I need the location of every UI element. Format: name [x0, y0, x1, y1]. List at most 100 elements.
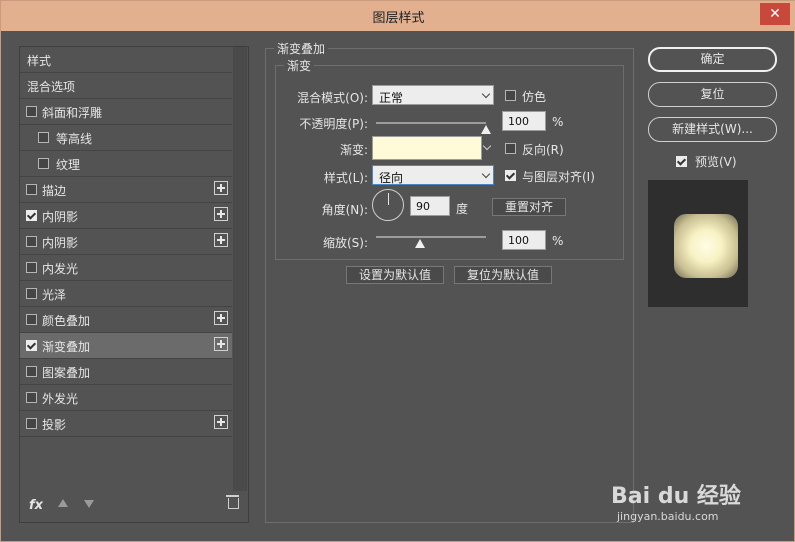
- style-label: 样式(L):: [323, 171, 368, 185]
- style-list-item-label: 等高线: [56, 132, 93, 146]
- watermark-logo: Bai du 经验: [611, 478, 741, 510]
- close-button[interactable]: ✕: [760, 3, 790, 25]
- title-bar: 图层样式 ✕: [1, 1, 795, 31]
- style-list-item-label: 样式: [27, 54, 52, 68]
- opacity-label: 不透明度(P):: [299, 117, 368, 131]
- style-preview: [648, 180, 748, 307]
- style-list-item-label: 斜面和浮雕: [42, 106, 103, 120]
- preview-swatch: [674, 214, 738, 278]
- angle-dial[interactable]: [372, 189, 404, 221]
- style-list-item[interactable]: 内阴影: [20, 203, 232, 229]
- move-down-icon[interactable]: [84, 500, 94, 508]
- style-list-item-label: 内发光: [42, 262, 79, 276]
- style-list-item[interactable]: 投影: [20, 411, 232, 437]
- reset-default-label: 复位为默认值: [466, 268, 539, 282]
- style-checkbox[interactable]: [26, 106, 37, 117]
- reset-button[interactable]: 复位: [648, 82, 777, 107]
- chevron-down-icon: [481, 89, 491, 99]
- style-list-item[interactable]: 斜面和浮雕: [20, 99, 232, 125]
- fx-button[interactable]: fx: [29, 498, 43, 513]
- preview-checkbox[interactable]: [676, 156, 687, 167]
- style-list-item[interactable]: 混合选项: [20, 73, 232, 99]
- move-up-icon[interactable]: [58, 499, 68, 507]
- style-checkbox[interactable]: [38, 158, 49, 169]
- style-checkbox[interactable]: [26, 314, 37, 325]
- style-list-item-label: 外发光: [42, 392, 79, 406]
- new-style-button[interactable]: 新建样式(W)...: [648, 117, 777, 142]
- watermark-url: jingyan.baidu.com: [617, 510, 719, 523]
- dither-label: 仿色: [522, 90, 547, 104]
- add-effect-icon[interactable]: [214, 311, 228, 325]
- add-effect-icon[interactable]: [214, 233, 228, 247]
- style-list-item[interactable]: 颜色叠加: [20, 307, 232, 333]
- style-list-item-label: 内阴影: [42, 236, 79, 250]
- style-list-item[interactable]: 渐变叠加: [20, 333, 232, 359]
- style-list-item[interactable]: 外发光: [20, 385, 232, 411]
- reverse-label: 反向(R): [522, 143, 564, 157]
- gradient-swatch[interactable]: [372, 136, 482, 160]
- reverse-checkbox[interactable]: [505, 143, 516, 154]
- scale-slider-thumb[interactable]: [415, 239, 425, 248]
- add-effect-icon[interactable]: [214, 181, 228, 195]
- style-list-item[interactable]: 描边: [20, 177, 232, 203]
- scale-input[interactable]: 100: [502, 230, 546, 250]
- style-checkbox[interactable]: [26, 392, 37, 403]
- style-checkbox[interactable]: [26, 366, 37, 377]
- close-icon: ✕: [769, 6, 781, 22]
- scale-value: 100: [508, 234, 529, 247]
- style-checkbox[interactable]: [26, 418, 37, 429]
- style-checkbox[interactable]: [26, 288, 37, 299]
- add-effect-icon[interactable]: [214, 415, 228, 429]
- ok-label: 确定: [700, 52, 725, 66]
- blend-mode-label: 混合模式(O):: [297, 91, 368, 105]
- style-select[interactable]: 径向: [372, 165, 494, 185]
- opacity-slider[interactable]: [376, 122, 486, 124]
- style-list-item-label: 光泽: [42, 288, 67, 302]
- opacity-slider-thumb[interactable]: [481, 125, 491, 134]
- scale-unit: %: [552, 234, 564, 248]
- style-list-item[interactable]: 内发光: [20, 255, 232, 281]
- trash-icon[interactable]: [226, 495, 239, 509]
- reset-label: 复位: [700, 87, 725, 101]
- style-checkbox[interactable]: [26, 262, 37, 273]
- set-default-label: 设置为默认值: [358, 268, 431, 282]
- reset-align-button[interactable]: 重置对齐: [492, 198, 566, 216]
- opacity-input[interactable]: 100: [502, 111, 546, 131]
- angle-label: 角度(N):: [321, 203, 368, 217]
- style-checkbox[interactable]: [38, 132, 49, 143]
- style-list-item-label: 渐变叠加: [42, 340, 91, 354]
- style-list-item-label: 混合选项: [27, 80, 76, 94]
- set-default-button[interactable]: 设置为默认值: [346, 266, 444, 284]
- style-checkbox[interactable]: [26, 236, 37, 247]
- angle-input[interactable]: 90: [410, 196, 450, 216]
- style-list-item[interactable]: 光泽: [20, 281, 232, 307]
- gradient-overlay-group: 渐变叠加 渐变 混合模式(O): 正常 仿色 不透明度(P): 100 % 渐变…: [265, 40, 634, 523]
- style-list-item[interactable]: 纹理: [20, 151, 232, 177]
- ok-button[interactable]: 确定: [648, 47, 777, 72]
- blend-mode-select[interactable]: 正常: [372, 85, 494, 105]
- style-list-item[interactable]: 等高线: [20, 125, 232, 151]
- reset-default-button[interactable]: 复位为默认值: [454, 266, 552, 284]
- chevron-down-icon: [481, 169, 491, 179]
- style-checkbox[interactable]: [26, 210, 37, 221]
- add-effect-icon[interactable]: [214, 337, 228, 351]
- dither-checkbox[interactable]: [505, 90, 516, 101]
- align-with-layer-checkbox[interactable]: [505, 170, 516, 181]
- align-with-layer-label: 与图层对齐(I): [522, 170, 595, 184]
- style-checkbox[interactable]: [26, 184, 37, 195]
- gradient-picker-arrow[interactable]: [482, 136, 494, 160]
- scale-slider[interactable]: [376, 236, 486, 238]
- style-list-item[interactable]: 图案叠加: [20, 359, 232, 385]
- style-list-scrollbar[interactable]: [233, 47, 247, 491]
- scale-label: 缩放(S):: [322, 236, 368, 250]
- style-checkbox[interactable]: [26, 340, 37, 351]
- style-list-item[interactable]: 内阴影: [20, 229, 232, 255]
- dialog-content: 样式 混合选项 斜面和浮雕 等高线 纹理 描边 内阴影 内阴影 内发光 光泽 颜色叠加 渐变叠加 图案叠…: [7, 32, 788, 536]
- add-effect-icon[interactable]: [214, 207, 228, 221]
- style-list-item[interactable]: 样式: [20, 47, 232, 73]
- subgroup-title: 渐变: [284, 57, 315, 74]
- style-list-item-label: 颜色叠加: [42, 314, 91, 328]
- new-style-label: 新建样式(W)...: [672, 122, 753, 136]
- style-list-panel: 样式 混合选项 斜面和浮雕 等高线 纹理 描边 内阴影 内阴影 内发光 光泽 颜色叠加 渐变叠加 图案叠…: [19, 46, 249, 523]
- style-list-toolbar: fx: [20, 493, 248, 522]
